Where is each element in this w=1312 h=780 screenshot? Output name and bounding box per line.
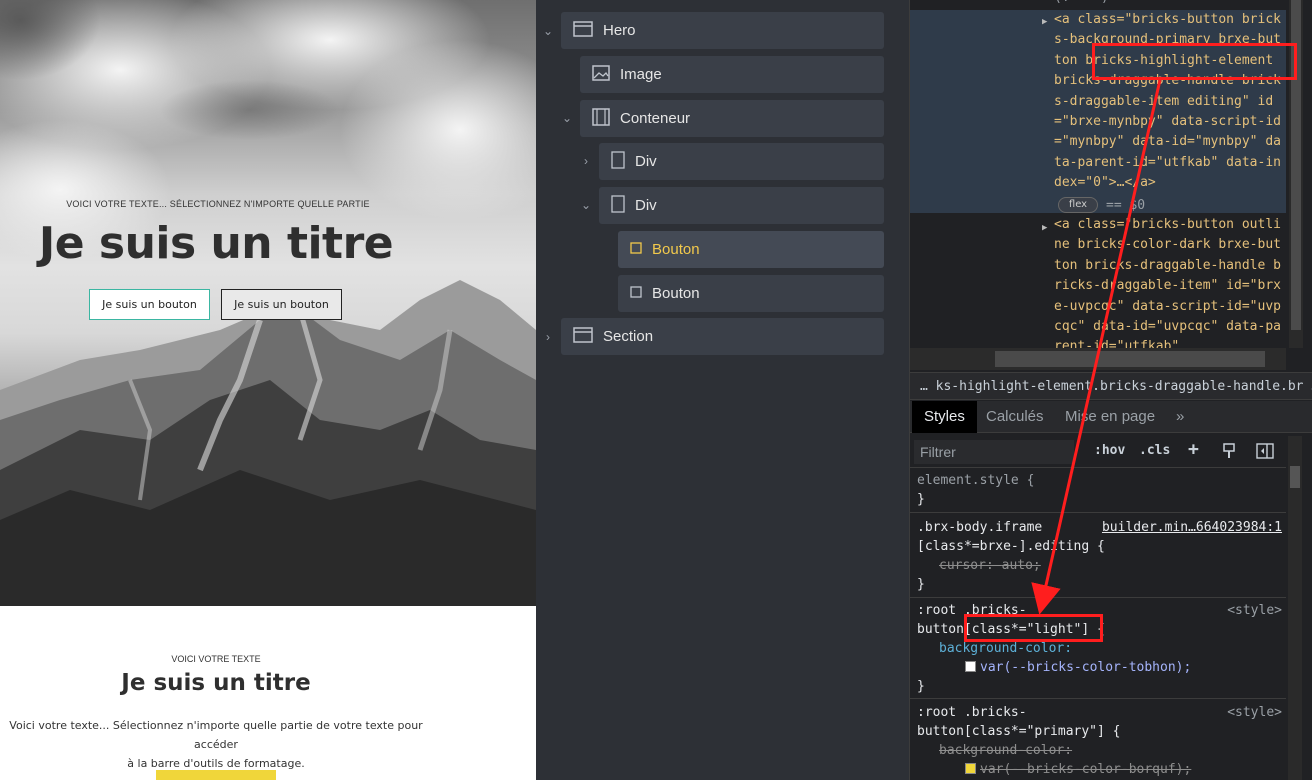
elements-horizontal-scrollbar[interactable] bbox=[910, 348, 1286, 370]
structure-item-image[interactable]: Image bbox=[580, 56, 884, 93]
hero-section[interactable]: VOICI VOTRE TEXTE... SÉLECTIONNEZ N'IMPO… bbox=[0, 0, 536, 606]
structure-item-div[interactable]: Div bbox=[599, 143, 884, 180]
expand-triangle-icon[interactable]: ▶ bbox=[1042, 218, 1047, 238]
property-value[interactable]: var(--bricks-color-borquf); bbox=[980, 762, 1191, 777]
structure-item-div[interactable]: Div bbox=[599, 187, 884, 224]
property-name: cursor bbox=[939, 558, 986, 573]
styles-vertical-scrollbar[interactable] bbox=[1288, 436, 1302, 780]
structure-item-label: Conteneur bbox=[620, 110, 691, 127]
css-rule-editing[interactable]: .brx-body.iframe builder.min…664023984:1… bbox=[910, 518, 1286, 598]
structure-item-button[interactable]: Bouton bbox=[618, 275, 884, 312]
div-icon bbox=[611, 150, 625, 173]
hero-heading[interactable]: Je suis un titre bbox=[0, 218, 432, 269]
button-icon bbox=[630, 285, 642, 302]
section-icon bbox=[573, 326, 593, 347]
annotation-highlight-box bbox=[1092, 43, 1297, 80]
structure-item-label: Div bbox=[635, 197, 657, 214]
rule-selector: [class*=brxe-].editing { bbox=[917, 539, 1105, 554]
builder-canvas[interactable]: VOICI VOTRE TEXTE... SÉLECTIONNEZ N'IMPO… bbox=[0, 0, 536, 780]
section-paragraph[interactable]: Voici votre texte... Sélectionnez n'impo… bbox=[6, 716, 426, 773]
structure-panel: ⌄ Hero Image ⌄ Conteneur › Div ⌄ Div Bou… bbox=[536, 0, 909, 780]
chevron-down-icon[interactable]: ⌄ bbox=[580, 199, 592, 211]
chevron-down-icon[interactable]: ⌄ bbox=[561, 112, 573, 124]
property-value[interactable]: var(--bricks-color-tobhon); bbox=[980, 660, 1191, 675]
rule-selector: button[class*="primary"] { bbox=[917, 724, 1121, 739]
dollar-zero-indicator: == $0 bbox=[1106, 198, 1146, 213]
rule-selector: element.style { bbox=[917, 473, 1035, 488]
structure-item-label: Bouton bbox=[652, 241, 700, 258]
button-icon bbox=[630, 241, 642, 258]
paint-brush-icon[interactable] bbox=[1221, 443, 1237, 464]
structure-item-label: Hero bbox=[603, 22, 636, 39]
structure-item-label: Bouton bbox=[652, 285, 700, 302]
tab-computed[interactable]: Calculés bbox=[986, 401, 1044, 433]
chevron-right-icon[interactable]: › bbox=[580, 155, 592, 167]
image-icon bbox=[592, 64, 610, 85]
structure-item-container[interactable]: Conteneur bbox=[580, 100, 884, 137]
structure-item-section[interactable]: Section bbox=[561, 318, 884, 355]
rule-source-style[interactable]: <style> bbox=[1227, 601, 1282, 620]
section-eyebrow-text[interactable]: VOICI VOTRE TEXTE bbox=[0, 654, 432, 664]
devtools-panel: (!----) ▶ <a class="bricks-button bricks… bbox=[909, 0, 1312, 780]
div-icon bbox=[611, 194, 625, 217]
expand-triangle-icon[interactable]: ▶ bbox=[1042, 12, 1047, 32]
property-value: auto; bbox=[1001, 558, 1041, 573]
filter-input[interactable]: Filtrer bbox=[914, 440, 1074, 464]
more-tabs-icon[interactable]: » bbox=[1176, 401, 1184, 433]
section-yellow-button[interactable] bbox=[156, 770, 276, 780]
section-icon bbox=[573, 20, 593, 41]
dom-breadcrumb[interactable]: … ks-highlight-element.bricks-draggable-… bbox=[910, 372, 1312, 400]
rule-selector: button bbox=[917, 622, 964, 637]
paragraph-line: Voici votre texte... Sélectionnez n'impo… bbox=[9, 719, 423, 751]
structure-item-hero[interactable]: Hero bbox=[561, 12, 884, 49]
container-icon bbox=[592, 107, 610, 130]
rule-close-brace: } bbox=[917, 577, 925, 592]
annotation-highlight-box bbox=[964, 614, 1103, 642]
hover-state-toggle[interactable]: :hov bbox=[1094, 443, 1125, 458]
comment-node[interactable]: (!----) bbox=[1054, 0, 1109, 8]
flex-badge[interactable]: flex bbox=[1058, 197, 1098, 213]
css-property[interactable]: cursor: auto; bbox=[917, 556, 1286, 575]
css-rule-primary[interactable]: :root .bricks- <style> button[class*="pr… bbox=[910, 703, 1286, 780]
structure-item-label: Section bbox=[603, 328, 654, 345]
selected-dom-node[interactable]: <a class="bricks-button bricks-backgroun… bbox=[1054, 10, 1286, 194]
styles-filter-bar: Filtrer :hov .cls + bbox=[910, 435, 1286, 468]
tab-layout[interactable]: Mise en page bbox=[1065, 401, 1155, 433]
rule-source-style[interactable]: <style> bbox=[1227, 703, 1282, 722]
color-swatch-icon[interactable] bbox=[965, 763, 976, 774]
rule-close-brace: } bbox=[917, 492, 925, 507]
tab-styles[interactable]: Styles bbox=[912, 401, 977, 433]
toggle-sidebar-icon[interactable] bbox=[1256, 443, 1274, 464]
structure-item-button-active[interactable]: Bouton bbox=[618, 231, 884, 268]
hero-eyebrow-text[interactable]: VOICI VOTRE TEXTE... SÉLECTIONNEZ N'IMPO… bbox=[0, 199, 436, 209]
rule-selector: :root .bricks- bbox=[917, 705, 1027, 720]
rule-close-brace: } bbox=[917, 679, 925, 694]
element-style-rule[interactable]: element.style { } bbox=[910, 471, 1286, 513]
class-toggle[interactable]: .cls bbox=[1139, 443, 1170, 458]
hero-primary-button[interactable]: Je suis un bouton bbox=[89, 289, 210, 320]
devtools-subtabs: Styles Calculés Mise en page » bbox=[910, 401, 1312, 433]
chevron-right-icon[interactable]: › bbox=[542, 331, 554, 343]
section-heading[interactable]: Je suis un titre bbox=[0, 670, 432, 696]
structure-item-label: Image bbox=[620, 66, 662, 83]
color-swatch-icon[interactable] bbox=[965, 661, 976, 672]
structure-item-label: Div bbox=[635, 153, 657, 170]
css-property[interactable]: background-color: bbox=[917, 741, 1286, 760]
hero-outline-button[interactable]: Je suis un bouton bbox=[221, 289, 342, 320]
content-section[interactable]: VOICI VOTRE TEXTE Je suis un titre Voici… bbox=[0, 606, 536, 780]
rule-source-link[interactable]: builder.min…664023984:1 bbox=[1102, 518, 1282, 537]
add-rule-icon[interactable]: + bbox=[1188, 439, 1199, 460]
chevron-down-icon[interactable]: ⌄ bbox=[542, 25, 554, 37]
dom-node[interactable]: <a class="bricks-button outline bricks-c… bbox=[1054, 215, 1286, 348]
